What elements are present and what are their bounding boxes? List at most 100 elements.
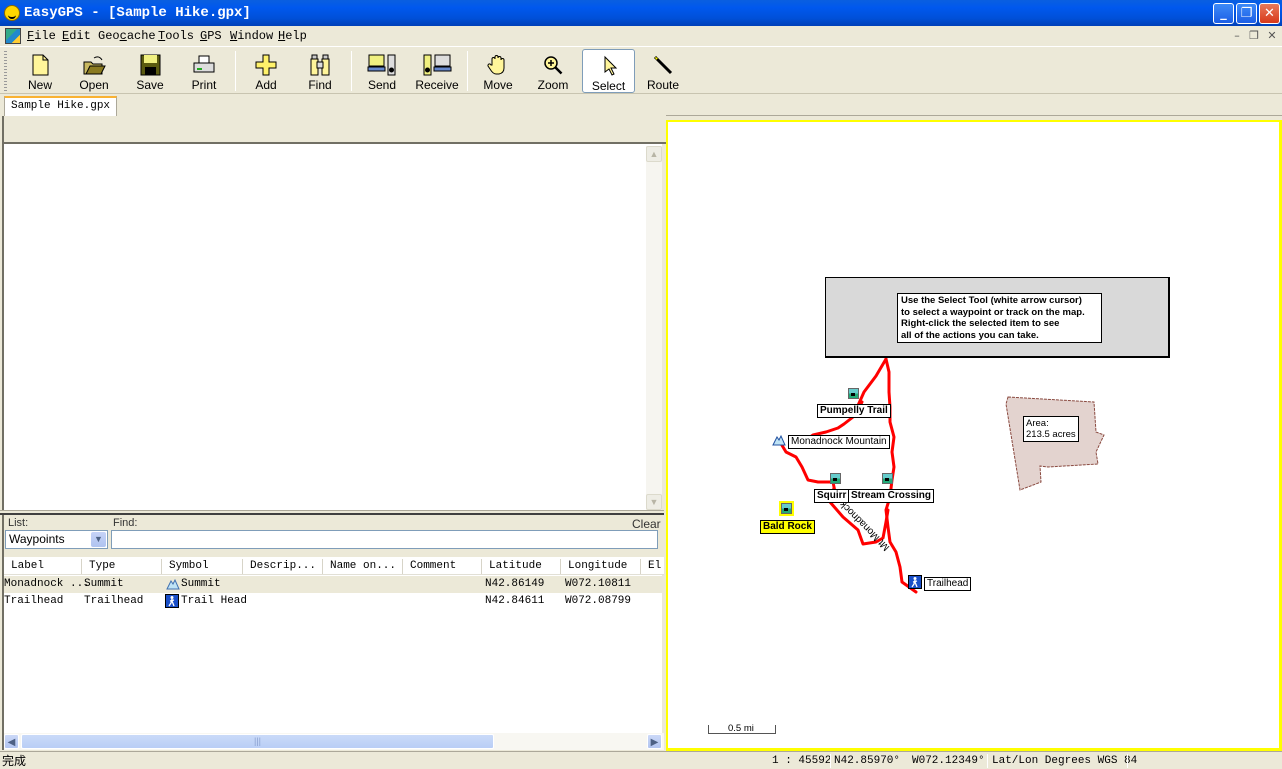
print-button[interactable]: Print: [182, 49, 226, 93]
photo-waypoint-icon[interactable]: [882, 473, 893, 484]
receive-button[interactable]: Receive: [412, 49, 462, 93]
cell-longitude: W072.10811: [565, 578, 632, 590]
status-bar: 完成 1 : 45592 N42.85970° W072.12349° Lat/…: [0, 751, 1282, 769]
zoom-button[interactable]: Zoom: [532, 49, 574, 93]
waypoint-squirrel[interactable]: Squirr: [814, 489, 850, 503]
scroll-left-icon[interactable]: ◀: [4, 734, 19, 749]
photo-waypoint-icon[interactable]: [830, 473, 841, 484]
latitude-readout: N42.85970°: [834, 755, 901, 767]
map-canvas: Mt Monadnock: [778, 357, 1105, 594]
floppy-disk-icon: [138, 53, 162, 77]
detail-list-pane[interactable]: [4, 144, 662, 510]
cell-type: Trailhead: [84, 595, 144, 607]
close-button[interactable]: ✕: [1259, 3, 1280, 24]
app-smiley-icon: [4, 5, 20, 21]
clear-button[interactable]: Clear: [632, 517, 661, 531]
restore-button[interactable]: ❐: [1236, 3, 1257, 24]
map-scale-readout: 1 : 45592: [772, 755, 832, 767]
trail-head-icon: [165, 594, 179, 613]
column-comment[interactable]: Comment: [403, 559, 482, 574]
menu-edit[interactable]: Edit: [62, 29, 91, 43]
map-view[interactable]: Mt Monadnock Use the Select Tool (white …: [668, 122, 1279, 748]
tab-sample-hike[interactable]: Sample Hike.gpx: [4, 96, 118, 116]
help-line: to select a waypoint or track on the map…: [901, 306, 1085, 318]
find-button[interactable]: Find: [298, 49, 342, 93]
route-button[interactable]: Route: [641, 49, 685, 93]
column-name-on-gps[interactable]: Name on...: [323, 559, 403, 574]
trail-head-icon[interactable]: [908, 575, 922, 589]
help-line: Right-click the selected item to see: [901, 318, 1060, 329]
status-separator: [987, 754, 988, 768]
vertical-scrollbar[interactable]: ▲ ▼: [646, 146, 662, 510]
save-button[interactable]: Save: [128, 49, 172, 93]
cell-latitude: N42.86149: [485, 578, 545, 590]
scroll-right-icon[interactable]: ▶: [647, 734, 662, 749]
waypoint-monadnock-mountain[interactable]: Monadnock Mountain: [788, 435, 890, 449]
track-west-loop: [778, 440, 837, 494]
chevron-down-icon[interactable]: ▼: [91, 532, 106, 547]
column-symbol[interactable]: Symbol: [162, 559, 243, 574]
hand-icon: [486, 53, 510, 77]
document-icon[interactable]: [5, 28, 21, 44]
mdi-minimize-button[interactable]: –: [1229, 28, 1245, 43]
menu-window[interactable]: Window: [230, 29, 273, 43]
help-line: Use the Select Tool (white arrow cursor): [901, 295, 1082, 306]
waypoint-pumpelly-trail[interactable]: Pumpelly Trail: [817, 404, 891, 418]
track-east-loop: [796, 357, 888, 444]
toolbar-separator: [467, 51, 468, 91]
find-input[interactable]: [111, 530, 658, 549]
menu-bar: File Edit Geocache Tools GPS Window Help: [0, 26, 1282, 46]
mdi-restore-button[interactable]: ❐: [1246, 28, 1262, 43]
photo-waypoint-icon[interactable]: [848, 388, 859, 399]
help-overlay: Use the Select Tool (white arrow cursor)…: [825, 277, 1170, 358]
scroll-thumb[interactable]: |||: [21, 734, 494, 749]
area-label-value: 213.5 acres: [1026, 429, 1076, 440]
select-button[interactable]: Select: [582, 49, 635, 93]
table-row[interactable]: Monadnock ... Summit Summit N42.86149 W0…: [4, 576, 662, 593]
datum-readout: Lat/Lon Degrees WGS 84: [992, 755, 1138, 767]
cell-symbol: Trail Head: [181, 595, 248, 607]
route-pen-icon: [651, 53, 675, 77]
add-button[interactable]: Add: [244, 49, 288, 93]
mdi-close-button[interactable]: ✕: [1264, 28, 1280, 43]
column-latitude[interactable]: Latitude: [482, 559, 561, 574]
scroll-up-icon[interactable]: ▲: [646, 146, 662, 162]
toolbar-separator: [351, 51, 352, 91]
send-to-gps-icon: [367, 53, 396, 77]
menu-geocache[interactable]: Geocache: [98, 29, 156, 43]
longitude-readout: W072.12349°: [912, 755, 985, 767]
window-title: EasyGPS - [Sample Hike.gpx]: [24, 5, 251, 21]
open-folder-icon: [82, 53, 106, 77]
waypoint-bald-rock[interactable]: Bald Rock: [760, 520, 815, 534]
photo-waypoint-icon[interactable]: [779, 501, 794, 516]
menu-help[interactable]: Help: [278, 29, 307, 43]
toolbar-separator: [235, 51, 236, 91]
minimize-button[interactable]: _: [1213, 3, 1234, 24]
table-row[interactable]: Trailhead Trailhead Trail Head N42.84611…: [4, 593, 662, 610]
toolbar-grip[interactable]: [4, 51, 7, 91]
column-label[interactable]: Label: [4, 559, 82, 574]
open-button[interactable]: Open: [72, 49, 116, 93]
column-longitude[interactable]: Longitude: [561, 559, 641, 574]
menu-file[interactable]: File: [27, 29, 56, 43]
summit-icon[interactable]: [772, 434, 786, 446]
new-button[interactable]: New: [18, 49, 62, 93]
menu-gps[interactable]: GPS: [200, 29, 222, 43]
status-separator: [830, 754, 831, 768]
area-polygon: [1005, 396, 1105, 491]
column-type[interactable]: Type: [82, 559, 162, 574]
send-button[interactable]: Send: [360, 49, 404, 93]
scale-label: 0.5 mi: [728, 723, 754, 734]
waypoint-trailhead[interactable]: Trailhead: [924, 577, 972, 591]
horizontal-scrollbar[interactable]: ◀ ||| ▶: [4, 733, 664, 750]
toolbar: New Open Save Print Add Find Send Receiv…: [0, 46, 1282, 106]
move-map-button[interactable]: Move Map: [471, 49, 525, 106]
menu-tools[interactable]: Tools: [158, 29, 194, 43]
list-type-select[interactable]: Waypoints ▼: [5, 530, 108, 549]
column-description[interactable]: Descrip...: [243, 559, 323, 574]
cell-type: Summit: [84, 578, 124, 590]
waypoint-stream-crossing[interactable]: Stream Crossing: [848, 489, 935, 503]
binoculars-icon: [308, 53, 332, 77]
scroll-down-icon[interactable]: ▼: [646, 494, 662, 510]
left-panel-header: [0, 116, 666, 144]
